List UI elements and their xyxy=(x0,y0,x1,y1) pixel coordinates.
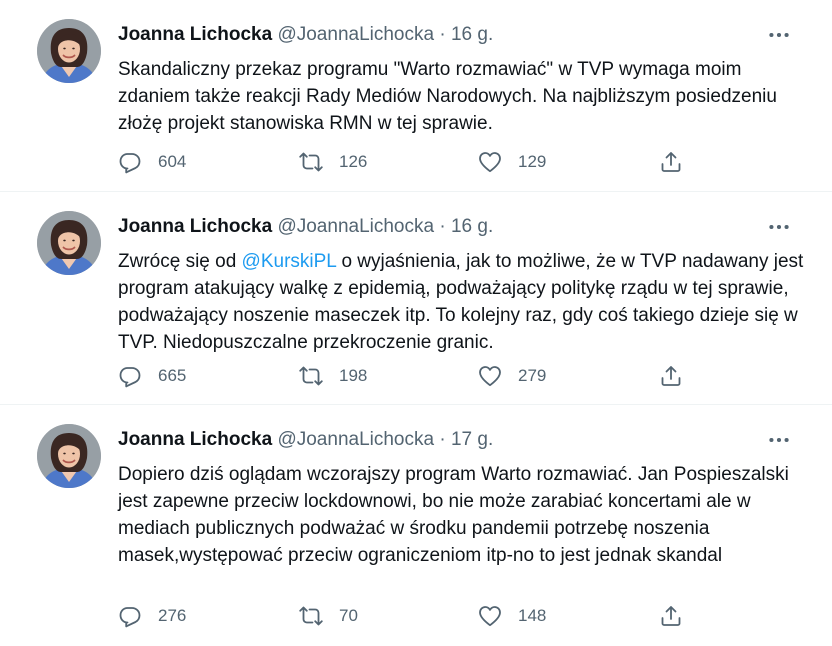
timeline: Joanna Lichocka @JoannaLichocka · 16 g. … xyxy=(0,0,832,646)
like-count: 279 xyxy=(518,366,547,385)
reply-count: 665 xyxy=(158,366,187,385)
author-name[interactable]: Joanna Lichocka xyxy=(118,429,272,450)
tweet-actions: 276 70 148 xyxy=(118,601,698,631)
avatar[interactable] xyxy=(37,424,101,488)
retweet-icon xyxy=(299,604,323,628)
reply-count: 276 xyxy=(158,606,187,625)
share-button[interactable] xyxy=(659,601,683,631)
reply-button[interactable]: 665 xyxy=(118,361,186,391)
author-handle[interactable]: @JoannaLichocka xyxy=(277,216,434,237)
reply-icon xyxy=(118,150,142,174)
tweet-text: Skandaliczny przekaz programu "Warto roz… xyxy=(118,56,808,137)
tweet-time[interactable]: 16 g. xyxy=(451,24,493,45)
tweet-header: Joanna Lichocka @JoannaLichocka · 16 g. xyxy=(118,22,493,48)
author-handle[interactable]: @JoannaLichocka xyxy=(277,24,434,45)
tweet[interactable]: Joanna Lichocka @JoannaLichocka · 16 g. … xyxy=(0,0,832,192)
avatar[interactable] xyxy=(37,19,101,83)
tweet-header: Joanna Lichocka @JoannaLichocka · 16 g. xyxy=(118,214,493,240)
author-handle[interactable]: @JoannaLichocka xyxy=(277,429,434,450)
tweet-text-before: Zwrócę się od xyxy=(118,251,242,272)
tweet-text: Zwrócę się od @KurskiPL o wyjaśnienia, j… xyxy=(118,248,808,356)
like-count: 148 xyxy=(518,606,547,625)
tweet-text: Dopiero dziś oglądam wczorajszy program … xyxy=(118,464,789,566)
retweet-count: 126 xyxy=(339,152,368,171)
separator-dot: · xyxy=(439,429,446,450)
share-icon xyxy=(659,604,683,628)
tweet-time[interactable]: 16 g. xyxy=(451,216,493,237)
retweet-icon xyxy=(299,150,323,174)
tweet[interactable]: Joanna Lichocka @JoannaLichocka · 16 g. … xyxy=(0,192,832,405)
tweet-header: Joanna Lichocka @JoannaLichocka · 17 g. xyxy=(118,427,493,453)
avatar-image xyxy=(37,19,101,83)
heart-icon xyxy=(478,604,502,628)
reply-icon xyxy=(118,604,142,628)
like-button[interactable]: 279 xyxy=(478,361,546,391)
tweet-text-content: Skandaliczny przekaz programu "Warto roz… xyxy=(118,59,777,134)
tweet-actions: 665 198 279 xyxy=(118,361,698,391)
retweet-button[interactable]: 126 xyxy=(299,147,367,177)
like-button[interactable]: 129 xyxy=(478,147,546,177)
avatar-image xyxy=(37,211,101,275)
like-count: 129 xyxy=(518,152,547,171)
heart-icon xyxy=(478,150,502,174)
author-name[interactable]: Joanna Lichocka xyxy=(118,216,272,237)
share-button[interactable] xyxy=(659,361,683,391)
reply-icon xyxy=(118,364,142,388)
avatar-image xyxy=(37,424,101,488)
share-button[interactable] xyxy=(659,147,683,177)
retweet-count: 198 xyxy=(339,366,368,385)
more-icon[interactable] xyxy=(766,214,792,240)
retweet-count: 70 xyxy=(339,606,358,625)
share-icon xyxy=(659,150,683,174)
tweet[interactable]: Joanna Lichocka @JoannaLichocka · 17 g. … xyxy=(0,405,832,646)
reply-button[interactable]: 276 xyxy=(118,601,186,631)
mention-link[interactable]: @KurskiPL xyxy=(242,251,337,272)
more-icon[interactable] xyxy=(766,427,792,453)
avatar[interactable] xyxy=(37,211,101,275)
heart-icon xyxy=(478,364,502,388)
retweet-button[interactable]: 198 xyxy=(299,361,367,391)
author-name[interactable]: Joanna Lichocka xyxy=(118,24,272,45)
like-button[interactable]: 148 xyxy=(478,601,546,631)
more-icon[interactable] xyxy=(766,22,792,48)
tweet-actions: 604 126 129 xyxy=(118,147,698,177)
retweet-icon xyxy=(299,364,323,388)
retweet-button[interactable]: 70 xyxy=(299,601,358,631)
separator-dot: · xyxy=(439,216,446,237)
separator-dot: · xyxy=(439,24,446,45)
reply-count: 604 xyxy=(158,152,187,171)
tweet-time[interactable]: 17 g. xyxy=(451,429,493,450)
reply-button[interactable]: 604 xyxy=(118,147,186,177)
share-icon xyxy=(659,364,683,388)
